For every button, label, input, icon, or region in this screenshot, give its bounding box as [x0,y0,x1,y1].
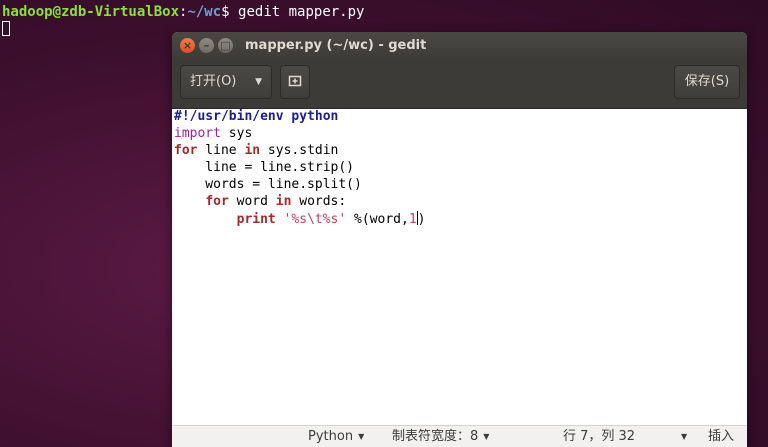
keyword-in: in [244,143,261,158]
code-text: word [228,194,276,209]
chevron-down-icon: ▼ [255,77,262,87]
insert-mode[interactable]: 插入 [708,426,734,447]
open-button[interactable]: 打开(O) ▼ [180,65,272,99]
language-label: Python [308,429,354,444]
language-selector[interactable]: Python ▼ [308,426,364,447]
chevron-down-icon: ▼ [483,432,490,441]
tab-width-label: 制表符宽度：8 [392,429,479,444]
gedit-window: × – □ mapper.py (~/wc) - gedit 打开(O) ▼ 保… [172,32,747,447]
code-line-2: import sys [174,126,252,143]
header-bar: 打开(O) ▼ 保存(S) [172,60,747,109]
code-text: sys.stdin [260,143,339,158]
terminal-user-host: hadoop@zdb-VirtualBox [2,4,180,20]
title-bar: × – □ mapper.py (~/wc) - gedit [172,32,747,60]
code-line-6: for word in words: [174,194,346,211]
minimize-button[interactable]: – [199,38,214,53]
close-button[interactable]: × [180,38,195,53]
code-line-5: words = line.split() [174,177,362,194]
tab-width-selector[interactable]: 制表符宽度：8 ▼ [392,426,489,447]
code-text: line = line.strip() [174,160,355,175]
code-line-1: #!/usr/bin/env python [174,109,338,126]
new-tab-icon [288,75,302,87]
code-text: ) [417,212,426,227]
position-dropdown[interactable]: ▼ [676,426,687,447]
code-line-3: for line in sys.stdin [174,143,338,160]
new-tab-button[interactable] [280,65,310,99]
string-literal: '%s\t%s' [283,212,347,227]
keyword-import: import [174,126,221,141]
terminal-path: ~/wc [187,4,222,20]
chevron-down-icon: ▼ [358,432,365,441]
keyword-print: print [236,212,276,227]
code-text: words = line.split() [174,177,362,192]
keyword-for: for [205,194,229,209]
keyword-for: for [174,143,198,158]
chevron-down-icon: ▼ [681,432,688,441]
terminal-cursor [2,21,10,36]
code-text: words: [291,194,347,209]
terminal-prompt: $ [221,4,239,20]
code-line-4: line = line.strip() [174,160,354,177]
maximize-button[interactable]: □ [218,38,233,53]
window-title: mapper.py (~/wc) - gedit [245,38,427,53]
terminal-command-line: hadoop@zdb-VirtualBox:~/wc$ gedit mapper… [2,3,364,21]
status-bar: Python ▼ 制表符宽度：8 ▼ 行 7，列 32 ▼ 插入 [172,425,747,447]
code-text: %(word, [346,212,409,227]
code-editor[interactable]: #!/usr/bin/env python import sys for lin… [172,109,747,425]
insert-mode-label: 插入 [708,429,735,444]
number-literal: 1 [408,212,417,227]
code-text: line [197,143,245,158]
terminal-command: gedit mapper.py [238,4,365,20]
cursor-position[interactable]: 行 7，列 32 [563,426,635,447]
open-button-label: 打开(O) [190,74,237,89]
code-line-7: print '%s\t%s' %(word,1) [174,211,426,229]
save-button[interactable]: 保存(S) [674,65,740,99]
shebang: #!/usr/bin/env python [174,109,339,124]
keyword-in: in [275,194,292,209]
cursor-position-label: 行 7，列 32 [563,429,636,444]
code-text: sys [220,126,253,141]
